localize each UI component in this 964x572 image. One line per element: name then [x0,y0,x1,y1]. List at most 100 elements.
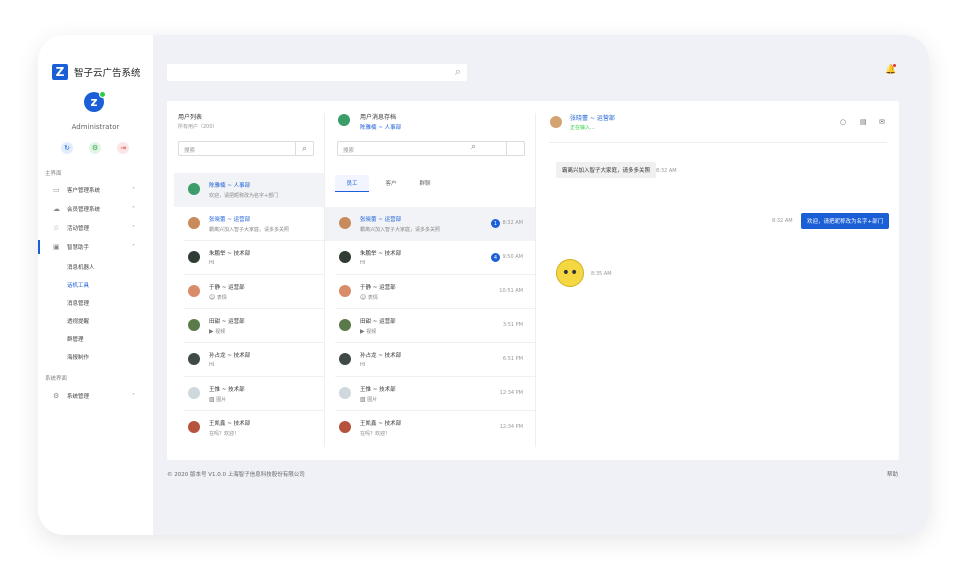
contact-message: ☺ 表情 [360,294,378,301]
bell-icon[interactable]: 🔔 [885,64,896,75]
cloud-icon: ☁ [53,205,60,213]
contact-name: 田甜 ~ 运营部 [360,319,396,325]
search-icon[interactable]: ⌕ [295,142,313,155]
section-system: 系统界面 [45,376,68,382]
message-text: 视频 [215,329,226,335]
list-item[interactable]: 田甜 ~ 运营部 ▶ 视频 [174,309,324,343]
avatar [188,251,200,263]
history-search-placeholder: 搜索 [343,148,355,154]
avatar [339,285,351,297]
history-search-input[interactable]: 搜索 ⌕ [337,141,525,156]
user-list-count: 所有用户（200） [178,124,218,130]
contact-message: ▶ 视频 [360,328,376,335]
menu-member[interactable]: ☁ 会员管理系统 ˄ [38,202,153,216]
message-text: 图片 [367,397,378,403]
list-item[interactable]: 孙占龙 ~ 技术部 HI 6:51 PM [325,343,535,377]
list-item[interactable]: 陈雅楠 ~ 人事部 欢迎，请把昵称改为名字+部门 [174,173,324,207]
avatar [188,353,200,365]
divider [549,142,887,143]
mail-icon[interactable]: ✉ [879,118,885,126]
menu-customer-label: 客户管理系统 [67,188,101,194]
list-item[interactable]: 张晓蕾 ~ 运营部 霸离兴加入智子大家庭，请多多关照 1 8:32 AM [325,207,535,241]
chat-icon[interactable]: ○ [840,118,846,126]
menu-customer[interactable]: ▭ 客户管理系统 ˄ [38,183,153,197]
avatar [550,116,562,128]
video-icon: ▶ [209,328,214,335]
contact-message: 欢迎，请把昵称改为名字+部门 [209,193,279,199]
avatar [188,387,200,399]
history-current-contact: 陈雅楠 ~ 人事部 [360,125,402,131]
search-icon[interactable]: ⌕ [471,142,476,152]
list-item[interactable]: 王凯鑫 ~ 技术部 在吗？欢迎！ 12:34 PM [325,411,535,445]
contact-message: HI [209,362,215,368]
avatar[interactable]: z [84,91,106,112]
list-item[interactable]: 王凯鑫 ~ 技术部 在吗？欢迎！ [174,411,324,445]
active-indicator [38,240,40,254]
contact-name: 孙占龙 ~ 技术部 [209,353,251,359]
chevron-up-icon: ˄ [132,224,135,232]
avatar [339,217,351,229]
help-link[interactable]: 帮助 [887,470,898,478]
search-icon[interactable]: ⌕ [455,65,461,79]
tab-staff[interactable]: 员工 [335,175,369,192]
avatar [339,421,351,433]
sub-item-groups[interactable]: 群管理 [67,335,84,343]
global-search-input[interactable]: ⌕ [167,64,467,81]
logo-icon: Z [52,64,68,80]
message-time: 8:35 AM [591,271,612,277]
list-item[interactable]: 朱鹏举 ~ 技术部 HI [174,241,324,275]
sub-item-poster[interactable]: 海报制作 [67,353,89,361]
message-icon[interactable]: ▤ [860,118,867,126]
list-item[interactable]: 孙占龙 ~ 技术部 HI [174,343,324,377]
menu-system[interactable]: ⚙ 系统管理 ˄ [38,389,153,403]
chevron-up-icon: ˄ [132,186,135,194]
unread-badge: 1 [491,219,500,228]
contact-name: 王惟 ~ 技术部 [209,387,245,393]
tab-groups[interactable]: 群聊 [411,175,439,191]
list-item[interactable]: 王惟 ~ 技术部 ▧ 图片 12:34 PM [325,377,535,411]
filter-button[interactable] [506,142,524,155]
image-icon: ▧ [209,396,215,403]
list-item[interactable]: 于静 ~ 运营部 ☺ 表情 [174,275,324,309]
notification-dot [893,64,896,67]
avatar [339,251,351,263]
sub-item-bot[interactable]: 消息机器人 [67,263,95,271]
contact-name: 王惟 ~ 技术部 [360,387,396,393]
logout-icon[interactable]: ⇥ [117,142,129,154]
contact-message: ▧ 图片 [360,396,377,403]
user-search-input[interactable]: 搜索 ⌕ [178,141,314,156]
menu-activity[interactable]: ☆ 活动管理 ˄ [38,221,153,235]
sub-item-messages[interactable]: 消息管理 [67,299,89,307]
section-main: 主界面 [45,171,62,177]
avatar [339,353,351,365]
avatar [338,114,350,126]
avatar [188,217,200,229]
contact-message: HI [360,362,366,368]
sidebar: Z 智子云广告系统 z Administrator ↻ ⚙ ⇥ 主界面 ▭ 客户… [38,35,153,535]
contact-message: 在吗？欢迎！ [360,431,391,437]
refresh-icon[interactable]: ↻ [61,142,73,154]
emoji-icon: ☺ [209,294,216,301]
app-window: Z 智子云广告系统 z Administrator ↻ ⚙ ⇥ 主界面 ▭ 客户… [38,35,929,535]
menu-assistant[interactable]: ▣ 智慧助手 ˅ [38,240,153,254]
settings-icon[interactable]: ⚙ [89,142,101,154]
list-item[interactable]: 于静 ~ 运营部 ☺ 表情 10:51 AM [325,275,535,309]
menu-assistant-label: 智慧助手 [67,245,90,251]
message-time: 8:32 AM [772,218,793,224]
list-item[interactable]: 朱鹏举 ~ 技术部 HI 4 9:50 AM [325,241,535,275]
list-item[interactable]: 张晓蕾 ~ 运营部 霸离兴加入智子大家庭，请多多关照 [174,207,324,241]
list-item[interactable]: 田甜 ~ 运营部 ▶ 视频 3:51 PM [325,309,535,343]
image-icon: ▧ [360,396,366,403]
message-text: 图片 [216,397,227,403]
app-title: 智子云广告系统 [74,68,141,79]
message-text: 视频 [366,329,377,335]
list-item[interactable]: 王惟 ~ 技术部 ▧ 图片 [174,377,324,411]
message-time: 12:34 PM [499,390,523,396]
menu-member-label: 会员管理系统 [67,207,101,213]
sub-item-reminder[interactable]: 透视提醒 [67,317,89,325]
avatar [188,319,200,331]
monitor-icon: ▭ [53,186,60,194]
sub-item-phone-tool[interactable]: 话机工具 [67,281,89,289]
chevron-up-icon: ˄ [132,392,135,400]
tab-customers[interactable]: 客户 [377,175,405,191]
